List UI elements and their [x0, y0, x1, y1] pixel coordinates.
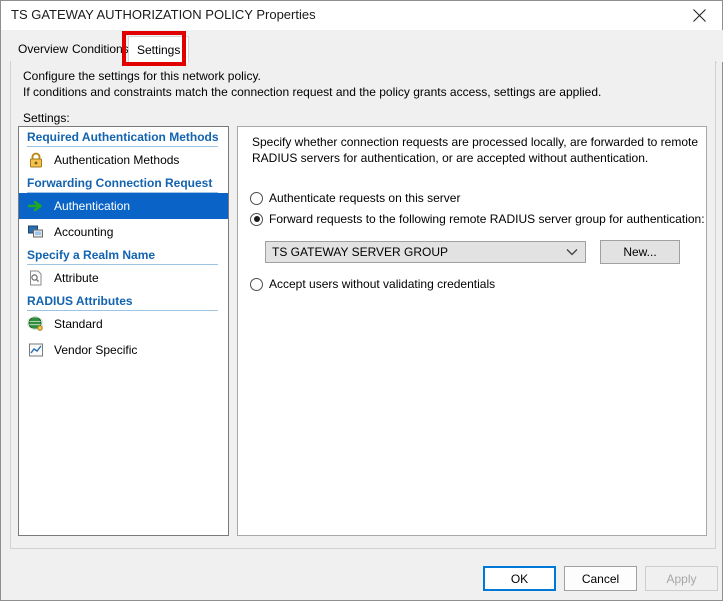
cancel-button[interactable]: Cancel [564, 566, 637, 591]
description-line-1: Configure the settings for this network … [23, 69, 261, 83]
nav-item-standard[interactable]: Standard [19, 311, 228, 337]
nav-item-label: Authentication Methods [54, 153, 180, 167]
properties-dialog: TS GATEWAY AUTHORIZATION POLICY Properti… [0, 0, 723, 601]
description-line-2: If conditions and constraints match the … [23, 85, 602, 99]
ok-button[interactable]: OK [483, 566, 556, 591]
nav-item-authentication[interactable]: Authentication [19, 193, 228, 219]
close-icon [693, 9, 706, 22]
radio-authenticate-on-this-server[interactable]: Authenticate requests on this server [250, 191, 460, 205]
radio-selected-icon [250, 212, 263, 226]
settings-tab-page: Configure the settings for this network … [10, 61, 716, 549]
nav-item-accounting[interactable]: Accounting [19, 219, 228, 245]
nav-item-authentication-methods[interactable]: Authentication Methods [19, 147, 228, 173]
nav-item-label: Attribute [54, 271, 99, 285]
nav-group-label: RADIUS Attributes [27, 294, 133, 308]
chevron-down-icon [565, 245, 579, 259]
radio-icon [250, 277, 263, 291]
globe-key-icon [27, 315, 45, 333]
radio-icon [250, 191, 263, 205]
nav-item-label: Vendor Specific [54, 343, 138, 357]
detail-intro-line-1: Specify whether connection requests are … [252, 135, 699, 149]
tab-strip: Overview Conditions Settings [2, 30, 723, 63]
title-bar: TS GATEWAY AUTHORIZATION POLICY Properti… [1, 1, 722, 30]
radio-forward-to-remote-group[interactable]: Forward requests to the following remote… [250, 212, 705, 226]
radio-label: Forward requests to the following remote… [269, 212, 705, 226]
green-arrow-icon [27, 197, 45, 215]
settings-nav-list[interactable]: Required Authentication Methods Authenti… [18, 126, 229, 536]
server-group-value: TS GATEWAY SERVER GROUP [272, 245, 449, 259]
chart-icon [27, 341, 45, 359]
nav-item-label: Standard [54, 317, 103, 331]
nav-item-attribute[interactable]: Attribute [19, 265, 228, 291]
padlock-icon [27, 151, 45, 169]
nav-group-label: Required Authentication Methods [27, 130, 219, 144]
radio-label: Authenticate requests on this server [269, 191, 461, 205]
document-search-icon [27, 269, 45, 287]
tab-settings[interactable]: Settings [128, 36, 190, 63]
nav-item-label: Accounting [54, 225, 114, 239]
nav-item-vendor-specific[interactable]: Vendor Specific [19, 337, 228, 363]
nav-group-header: RADIUS Attributes [19, 291, 228, 311]
radio-label: Accept users without validating credenti… [269, 277, 496, 291]
close-button[interactable] [677, 1, 722, 30]
nav-item-label: Authentication [54, 199, 131, 213]
server-group-combobox[interactable]: TS GATEWAY SERVER GROUP [265, 241, 586, 263]
nav-group-label: Specify a Realm Name [27, 248, 156, 262]
window-title: TS GATEWAY AUTHORIZATION POLICY Properti… [11, 7, 316, 22]
settings-label: Settings: [23, 111, 70, 125]
detail-pane: Specify whether connection requests are … [237, 126, 707, 536]
nav-group-header: Specify a Realm Name [19, 245, 228, 265]
new-server-group-button[interactable]: New... [600, 240, 680, 264]
tab-conditions[interactable]: Conditions [64, 36, 137, 62]
apply-button: Apply [645, 566, 718, 591]
detail-intro-line-2: RADIUS servers for authentication, or ar… [252, 151, 649, 165]
nav-group-header: Forwarding Connection Request [19, 173, 228, 193]
nav-group-label: Forwarding Connection Request [27, 176, 213, 190]
nav-group-header: Required Authentication Methods [19, 127, 228, 147]
monitor-icon [27, 223, 45, 241]
radio-accept-without-validating[interactable]: Accept users without validating credenti… [250, 277, 495, 291]
